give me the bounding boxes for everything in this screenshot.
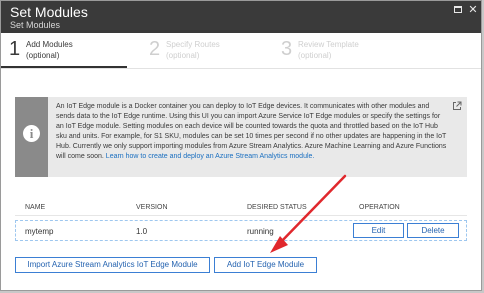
step-number: 1 <box>9 38 21 60</box>
breadcrumb: Set Modules <box>10 20 61 30</box>
close-icon[interactable]: ✕ <box>467 4 479 16</box>
column-header-version: VERSION <box>136 204 168 211</box>
column-header-operation: OPERATION <box>359 204 400 211</box>
module-status: running <box>247 227 274 236</box>
delete-button[interactable]: Delete <box>407 223 459 238</box>
steps-divider <box>1 68 481 69</box>
step-add-modules[interactable]: 1 Add Modules (optional) <box>1 34 127 68</box>
info-box: i An IoT Edge module is a Docker contain… <box>15 97 467 177</box>
step-number: 2 <box>149 38 161 60</box>
step-number: 3 <box>281 38 293 60</box>
module-name: mytemp <box>25 227 54 236</box>
learn-more-link[interactable]: Learn how to create and deploy an Azure … <box>106 153 315 160</box>
import-asa-module-button[interactable]: Import Azure Stream Analytics IoT Edge M… <box>15 257 210 273</box>
module-version: 1.0 <box>136 227 148 236</box>
step-label: Review Template <box>298 40 359 49</box>
step-specify-routes[interactable]: 2 Specify Routes (optional) <box>141 34 267 68</box>
step-sublabel: (optional) <box>298 51 332 60</box>
add-iot-edge-module-button[interactable]: Add IoT Edge Module <box>214 257 317 273</box>
info-icon-panel: i <box>15 97 48 177</box>
table-row[interactable]: mytemp 1.0 running Edit Delete <box>15 220 467 241</box>
maximize-icon[interactable] <box>452 4 464 16</box>
set-modules-window: Set Modules Set Modules ✕ 1 Add Modules … <box>0 0 482 291</box>
step-review-template[interactable]: 3 Review Template (optional) <box>273 34 399 68</box>
window-title: Set Modules <box>10 4 88 20</box>
title-bar: Set Modules Set Modules ✕ <box>1 1 481 33</box>
table-header-divider <box>15 215 467 216</box>
step-sublabel: (optional) <box>166 51 200 60</box>
info-description: An IoT Edge module is a Docker container… <box>56 103 447 160</box>
column-header-name: NAME <box>25 204 46 211</box>
info-icon: i <box>23 125 40 142</box>
step-sublabel: (optional) <box>26 51 60 60</box>
step-label: Specify Routes <box>166 40 220 49</box>
edit-button[interactable]: Edit <box>353 223 404 238</box>
column-header-desired-status: DESIRED STATUS <box>247 204 307 211</box>
wizard-steps: 1 Add Modules (optional) 2 Specify Route… <box>1 34 481 68</box>
external-link-icon[interactable] <box>452 101 462 111</box>
info-text: An IoT Edge module is a Docker container… <box>56 102 448 162</box>
step-label: Add Modules <box>26 40 73 49</box>
